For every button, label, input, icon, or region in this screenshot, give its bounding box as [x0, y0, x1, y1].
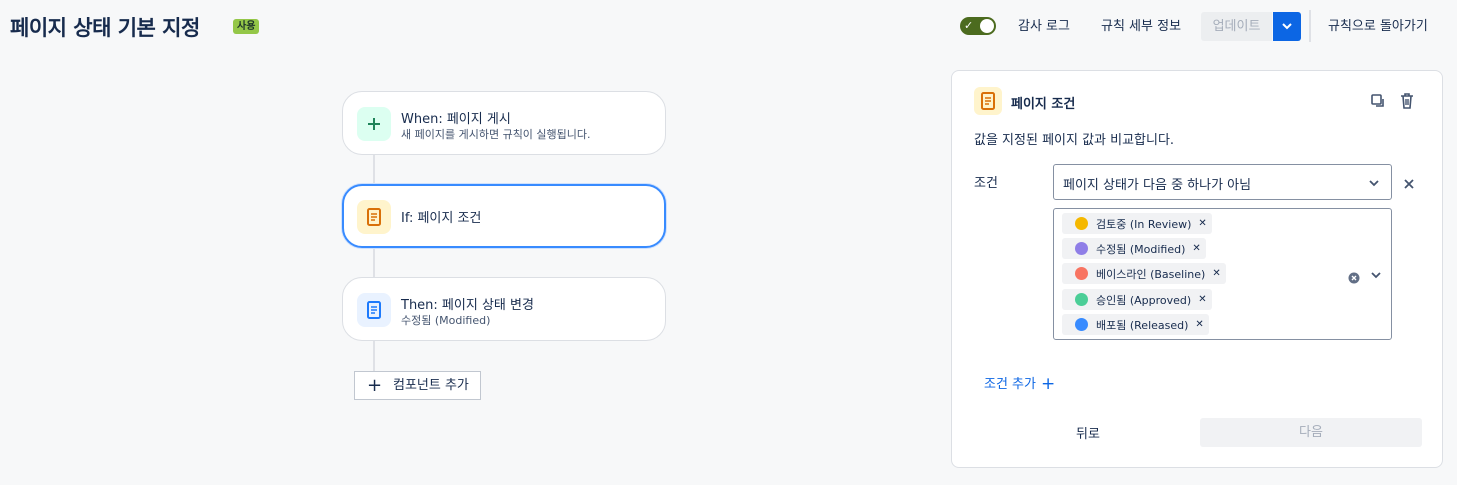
plus-icon: + — [1040, 374, 1056, 394]
status-dot — [1075, 242, 1088, 255]
chevron-down-icon[interactable] — [1371, 271, 1381, 279]
status-badge: 사용 — [233, 19, 260, 34]
close-icon[interactable]: ✕ — [1212, 268, 1220, 279]
condition-select[interactable]: 페이지 상태가 다음 중 하나가 아님 — [1053, 164, 1392, 200]
add-condition-button[interactable]: 조건 추가 + — [984, 373, 1056, 394]
flow-connector — [373, 155, 375, 185]
status-tag: 검토중 (In Review) ✕ — [1062, 213, 1212, 234]
chevron-down-icon — [1282, 23, 1292, 30]
document-icon — [357, 200, 391, 234]
status-tag-label: 승인됨 (Approved) — [1096, 293, 1192, 307]
action-subtitle: 수정됨 (Modified) — [401, 314, 491, 327]
check-icon: ✓ — [964, 19, 974, 32]
back-button[interactable]: 뒤로 — [1043, 421, 1133, 449]
status-tag: 배포됨 (Released) ✕ — [1062, 314, 1209, 335]
add-component-label: 컴포넌트 추가 — [393, 378, 469, 393]
trigger-card[interactable]: When: 페이지 게시 새 페이지를 게시하면 규칙이 실행됩니다. — [342, 91, 666, 155]
status-dot — [1075, 293, 1088, 306]
panel-title: 페이지 조건 — [1011, 97, 1076, 112]
status-tag: 승인됨 (Approved) ✕ — [1062, 289, 1212, 310]
flow-connector — [373, 341, 375, 371]
update-button[interactable]: 업데이트 — [1201, 12, 1272, 41]
action-card[interactable]: Then: 페이지 상태 변경 수정됨 (Modified) — [342, 277, 666, 341]
copy-icon[interactable] — [1370, 93, 1386, 113]
document-icon — [357, 293, 391, 327]
status-tag: 수정됨 (Modified) ✕ — [1062, 238, 1206, 259]
remove-condition-icon[interactable] — [1403, 175, 1415, 194]
panel-description: 값을 지정된 페이지 값과 비교합니다. — [974, 133, 1175, 148]
clear-all-icon[interactable] — [1348, 269, 1360, 288]
plus-icon — [357, 107, 391, 141]
condition-panel: 페이지 조건 값을 지정된 페이지 값과 비교합니다. 조건 페이지 상태가 다… — [951, 70, 1443, 468]
flow-connector — [373, 248, 375, 278]
status-tag-label: 배포됨 (Released) — [1096, 318, 1189, 332]
status-tag: 베이스라인 (Baseline) ✕ — [1062, 263, 1226, 284]
plus-icon: + — [367, 375, 383, 396]
rule-enabled-toggle[interactable]: ✓ — [960, 17, 996, 35]
rule-details-button[interactable]: 규칙 세부 정보 — [1101, 12, 1181, 42]
status-tag-label: 수정됨 (Modified) — [1096, 242, 1186, 256]
close-icon[interactable]: ✕ — [1198, 218, 1206, 229]
back-to-rules-button[interactable]: 규칙으로 돌아가기 — [1328, 12, 1428, 42]
status-dot — [1075, 267, 1088, 280]
condition-label: 조건 — [974, 176, 998, 191]
audit-log-button[interactable]: 감사 로그 — [1018, 12, 1070, 42]
status-tag-label: 검토중 (In Review) — [1096, 217, 1192, 231]
trigger-subtitle: 새 페이지를 게시하면 규칙이 실행됩니다. — [401, 128, 591, 141]
condition-select-value: 페이지 상태가 다음 중 하나가 아님 — [1063, 178, 1252, 193]
close-icon[interactable]: ✕ — [1192, 243, 1200, 254]
close-icon[interactable]: ✕ — [1195, 319, 1203, 330]
trigger-title: When: 페이지 게시 — [401, 112, 511, 127]
page-title: 페이지 상태 기본 지정 — [10, 16, 200, 40]
condition-title: If: 페이지 조건 — [401, 211, 482, 226]
header-divider — [1309, 10, 1311, 42]
add-condition-label: 조건 추가 — [984, 377, 1036, 392]
chevron-down-icon — [1369, 180, 1379, 187]
trash-icon[interactable] — [1399, 92, 1415, 114]
next-button[interactable]: 다음 — [1200, 418, 1422, 447]
status-tag-label: 베이스라인 (Baseline) — [1096, 267, 1206, 281]
status-dot — [1075, 318, 1088, 331]
status-dot — [1075, 217, 1088, 230]
toggle-knob — [980, 19, 994, 33]
status-multiselect[interactable]: 검토중 (In Review) ✕ 수정됨 (Modified) ✕ 베이스라인… — [1053, 208, 1392, 340]
document-icon — [974, 87, 1002, 115]
update-dropdown-button[interactable] — [1273, 12, 1301, 41]
action-title: Then: 페이지 상태 변경 — [401, 298, 534, 313]
condition-card[interactable]: If: 페이지 조건 — [342, 184, 666, 248]
close-icon[interactable]: ✕ — [1198, 294, 1206, 305]
add-component-button[interactable]: + 컴포넌트 추가 — [354, 371, 481, 400]
